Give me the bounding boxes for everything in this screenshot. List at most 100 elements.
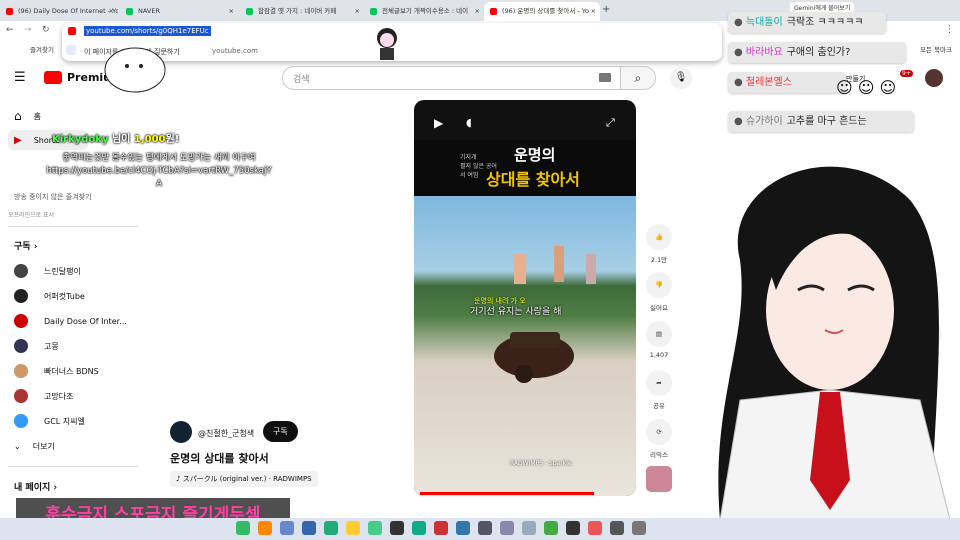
play-icon[interactable]: ▶ xyxy=(434,116,443,130)
forward-icon[interactable]: → xyxy=(24,25,32,35)
taskbar-app-icon[interactable] xyxy=(610,521,624,535)
fullscreen-icon[interactable]: ⤢ xyxy=(606,116,615,130)
taskbar-app-icon[interactable] xyxy=(632,521,646,535)
chat-message: ● 늑대돌이 극락조 ㅋㅋㅋㅋㅋ xyxy=(728,12,886,33)
search-input[interactable]: 검색 xyxy=(282,66,622,90)
subscription-name: 어퍼컷Tube xyxy=(44,291,85,301)
search-button[interactable]: ⌕ xyxy=(620,66,656,90)
subscription-name: 느린달팽이 xyxy=(44,266,81,276)
close-tab-icon[interactable]: × xyxy=(355,2,360,21)
microphone-icon[interactable]: 🎙 xyxy=(670,67,692,89)
share-button[interactable]: ➦ 공유 xyxy=(645,370,673,410)
subscription-name: 고몽 xyxy=(44,341,59,351)
taskbar-app-icon[interactable] xyxy=(588,521,602,535)
taskbar-app-icon[interactable] xyxy=(412,521,426,535)
like-button[interactable]: 👍 2.1만 xyxy=(645,224,673,264)
comment-button[interactable]: ▤ 1,407 xyxy=(645,321,673,359)
browser-tab[interactable]: 전체글보기 개짝이수용소 : 네이 × xyxy=(364,2,484,21)
video-caption: 거기선 유지는 사랑을 해 xyxy=(470,307,562,317)
sidebar-item-subscription[interactable]: GCL 지씨엘 xyxy=(14,411,85,431)
video-title-card: 기지개 펼지 않은 공어서 여밈 운명의 상대를 찾아서 xyxy=(414,140,636,196)
tab-label: (96) Daily Dose Of Internet - Yo xyxy=(18,7,118,15)
chat-username: 철레본옐스 xyxy=(745,77,792,88)
divider xyxy=(8,466,138,467)
progress-bar[interactable] xyxy=(420,492,594,495)
remix-button[interactable]: ⟳ 리믹스 xyxy=(645,419,673,459)
tab-label: NAVER xyxy=(138,7,160,15)
taskbar-app-icon[interactable] xyxy=(258,521,272,535)
taskbar-app-icon[interactable] xyxy=(456,521,470,535)
sidebar-more[interactable]: ⌄ 더보기 xyxy=(14,436,55,456)
taskbar-app-icon[interactable] xyxy=(302,521,316,535)
dislike-button[interactable]: 👎 싫어요 xyxy=(645,272,673,312)
youtube-logo-icon[interactable] xyxy=(44,71,62,84)
taskbar-app-icon[interactable] xyxy=(324,521,338,535)
chibi-sticker xyxy=(370,24,404,62)
browser-tab[interactable]: 합잠결 옛 가지 : 네이버 카페 × xyxy=(240,2,364,21)
taskbar-app-icon[interactable] xyxy=(368,521,382,535)
reload-icon[interactable]: ↻ xyxy=(42,25,50,35)
chat-message: ● 철레본옐스 xyxy=(728,72,846,93)
subscription-name: 고망다조 xyxy=(44,391,74,401)
sidebar-item-subscription[interactable]: 고몽 xyxy=(14,336,59,356)
sidebar-item-subscription[interactable]: 느린달팽이 xyxy=(14,261,81,281)
more-menu-icon[interactable]: ⋮ xyxy=(945,25,954,35)
browser-tab[interactable]: (96) Daily Dose Of Internet - Yo × xyxy=(0,2,118,21)
taskbar-app-icon[interactable] xyxy=(544,521,558,535)
taskbar-app-icon[interactable] xyxy=(500,521,514,535)
avatar[interactable] xyxy=(925,69,943,87)
subscribe-button[interactable]: 구독 xyxy=(263,421,298,442)
channel-avatar xyxy=(14,314,28,328)
chat-username: 바라바요 xyxy=(745,47,783,58)
menu-icon[interactable]: ☰ xyxy=(14,70,26,85)
sidebar-item-subscription[interactable]: 빠더너스 BDNS xyxy=(14,361,99,381)
close-tab-icon[interactable]: × xyxy=(591,2,596,21)
divider xyxy=(8,226,138,227)
subscription-name: GCL 지씨엘 xyxy=(44,416,85,426)
subscriptions-title[interactable]: 구독 › xyxy=(14,239,37,252)
history-note: 방송 중이지 않은 즐겨찾기 xyxy=(14,193,92,201)
browser-tab[interactable]: (96) 운명의 상대를 찾아서 - Yo × xyxy=(484,2,600,21)
new-tab-button[interactable]: + xyxy=(602,4,610,15)
tab-favicon xyxy=(490,8,497,15)
close-tab-icon[interactable]: × xyxy=(475,2,480,21)
notification-badge[interactable]: 9+ xyxy=(900,70,913,77)
taskbar-app-icon[interactable] xyxy=(346,521,360,535)
taskbar-app-icon[interactable] xyxy=(236,521,250,535)
mascot-cat-sticker xyxy=(95,40,175,100)
taskbar-app-icon[interactable] xyxy=(390,521,404,535)
chat-user-icon: ● xyxy=(734,116,746,127)
tab-favicon xyxy=(370,8,377,15)
sidebar-item-subscription[interactable]: Daily Dose Of Inter... xyxy=(14,311,127,331)
chat-text: 구애의 춤인가? xyxy=(786,47,851,58)
taskbar-app-icon[interactable] xyxy=(478,521,492,535)
music-chip[interactable]: ♪ スパークル (original ver.) · RADWIMPS xyxy=(170,471,318,487)
close-tab-icon[interactable]: × xyxy=(229,2,234,21)
channel-avatar[interactable] xyxy=(170,421,192,443)
donation-amount: 1,000 xyxy=(133,134,166,145)
close-tab-icon[interactable]: × xyxy=(109,2,114,21)
taskbar-app-icon[interactable] xyxy=(434,521,448,535)
remix-icon: ⟳ xyxy=(646,419,672,445)
my-page-title[interactable]: 내 페이지 › xyxy=(14,480,57,493)
sidebar-item-home[interactable]: ⌂ 홈 xyxy=(14,106,41,126)
music-note-icon: ♪ xyxy=(176,475,183,483)
taskbar-app-icon[interactable] xyxy=(566,521,580,535)
taskbar-app-icon[interactable] xyxy=(522,521,536,535)
channel-avatar xyxy=(14,289,28,303)
volume-icon[interactable]: ◖ xyxy=(466,116,472,129)
taskbar-app-icon[interactable] xyxy=(280,521,294,535)
channel-avatar xyxy=(14,389,28,403)
channel-avatar xyxy=(14,339,28,353)
bookmark-bar-item[interactable]: 즐겨찾기 xyxy=(30,44,54,54)
url-text[interactable]: youtube.com/shorts/g0QH1e7EFUc xyxy=(84,26,211,36)
sound-thumbnail[interactable] xyxy=(646,466,672,492)
sidebar-item-subscription[interactable]: 어퍼컷Tube xyxy=(14,286,85,306)
channel-name[interactable]: @친절한_군청색 xyxy=(198,428,254,439)
keyboard-icon[interactable] xyxy=(599,73,611,82)
back-icon[interactable]: ← xyxy=(6,25,14,35)
browser-tab[interactable]: NAVER × xyxy=(120,2,238,21)
shorts-video-player[interactable]: 기지개 펼지 않은 공어서 여밈 운명의 상대를 찾아서 운명의 내려 가 오 거… xyxy=(414,100,636,496)
all-bookmarks[interactable]: 모든 북마크 xyxy=(920,44,952,54)
sidebar-item-subscription[interactable]: 고망다조 xyxy=(14,386,73,406)
